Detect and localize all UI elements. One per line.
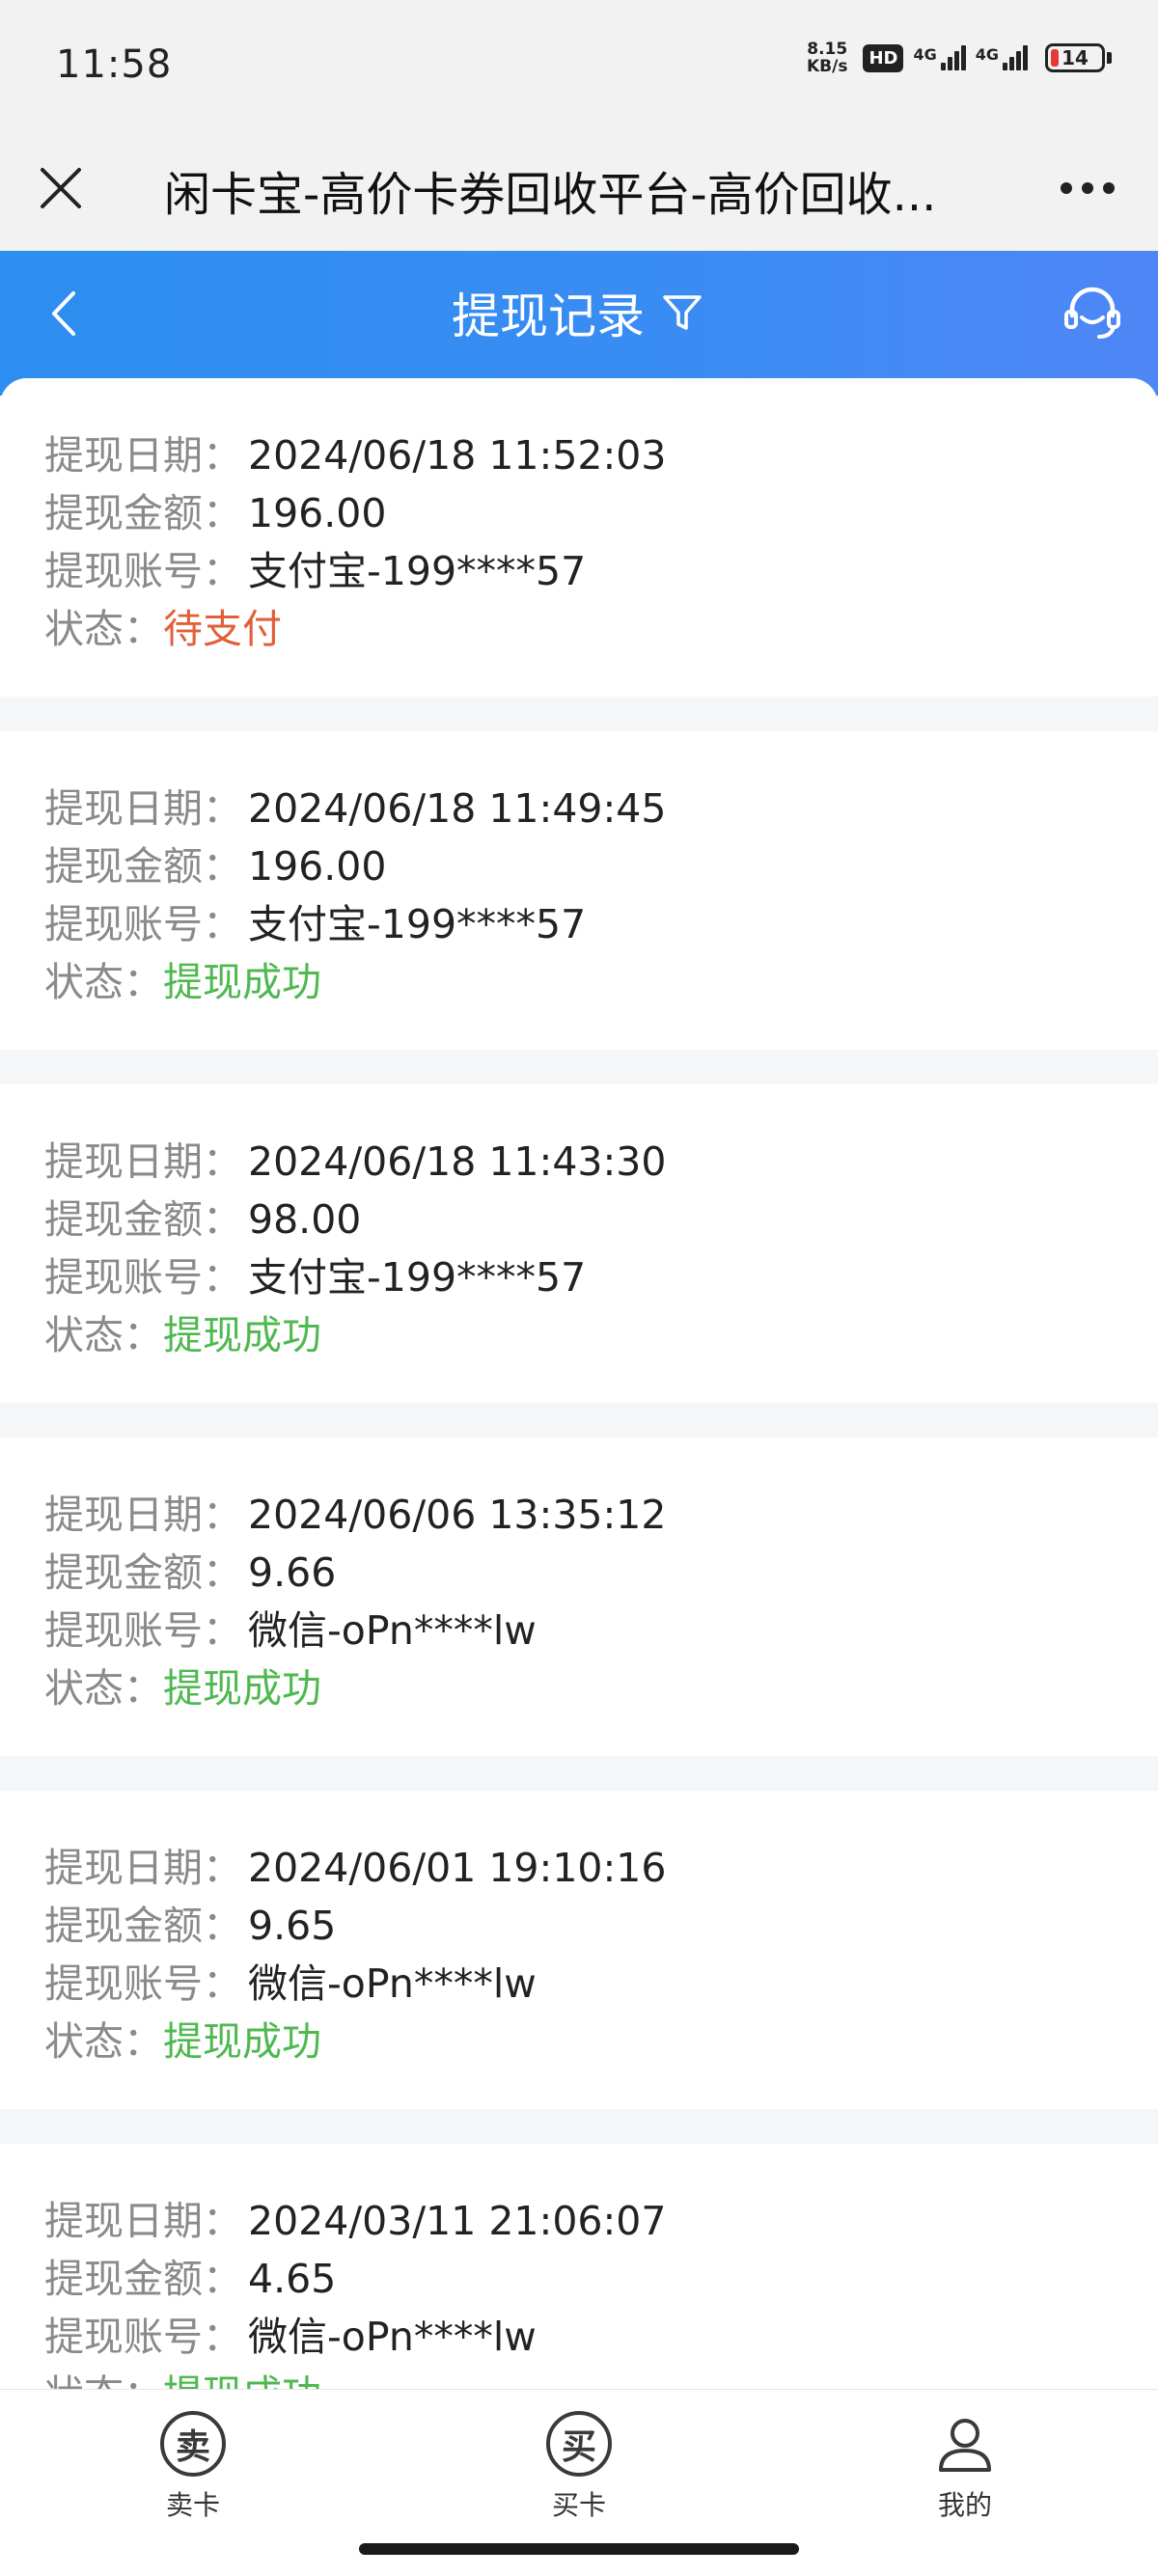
record-account: 微信-oPn****lw (248, 1607, 537, 1654)
withdrawal-records-list[interactable]: 提现日期： 2024/06/18 11:52:03 提现金额： 196.00 提现账… (0, 378, 1158, 2389)
amount-label: 提现金额： (44, 843, 242, 890)
network-speed: 8.15 KB/s (807, 41, 847, 75)
record-amount: 196.00 (248, 843, 387, 890)
date-label: 提现日期： (44, 2198, 242, 2244)
user-icon (932, 2411, 998, 2477)
buy-icon: 买 (546, 2411, 612, 2477)
record-amount: 9.66 (248, 1549, 337, 1596)
signal-icon-2: 4G (976, 45, 1028, 70)
status-label: 状态： (44, 2371, 163, 2389)
record-item: 提现日期： 2024/06/01 19:10:16 提现金额： 9.65 提现账号：… (0, 1791, 1158, 2109)
record-account: 支付宝-199****57 (248, 1254, 587, 1301)
network-type-label-2: 4G (975, 45, 999, 64)
record-date: 2024/06/06 13:35:12 (248, 1492, 667, 1538)
tab-mine[interactable]: 我的 (772, 2390, 1158, 2525)
record-status: 提现成功 (163, 2018, 321, 2065)
filter-button[interactable] (658, 288, 706, 337)
more-icon (1061, 182, 1115, 194)
record-item: 提现日期： 2024/06/18 11:43:30 提现金额： 98.00 提现账号… (0, 1084, 1158, 1403)
record-amount: 98.00 (248, 1196, 362, 1243)
record-status: 提现成功 (163, 1312, 321, 1358)
record-date: 2024/06/01 19:10:16 (248, 1845, 667, 1891)
date-label: 提现日期： (44, 785, 242, 832)
home-gesture-bar[interactable] (359, 2543, 799, 2555)
record-item: 提现日期： 2024/03/11 21:06:07 提现金额： 4.65 提现账号：… (0, 2144, 1158, 2389)
record-date: 2024/03/11 21:06:07 (248, 2198, 667, 2244)
header-center: 提现记录 (0, 278, 1158, 347)
tab-label-buy: 买卡 (551, 2489, 606, 2521)
record-item: 提现日期： 2024/06/18 11:49:45 提现金额： 196.00 提现账… (0, 731, 1158, 1050)
filter-icon (663, 295, 702, 330)
sell-icon: 卖 (160, 2411, 226, 2477)
record-item: 提现日期： 2024/06/06 13:35:12 提现金额： 9.66 提现账号：… (0, 1438, 1158, 1756)
close-icon (41, 168, 81, 208)
tab-sell-card[interactable]: 卖 卖卡 (0, 2390, 386, 2525)
network-type-label: 4G (913, 45, 937, 64)
browser-bar: 闲卡宝-高价卡券回收平台-高价回收... (0, 125, 1158, 251)
record-status: 提现成功 (163, 2371, 321, 2389)
app-header: 提现记录 (0, 251, 1158, 396)
signal-icon: 4G (913, 45, 966, 70)
amount-label: 提现金额： (44, 490, 242, 536)
status-time: 11:58 (56, 42, 173, 87)
customer-service-button[interactable] (1054, 274, 1131, 351)
record-date: 2024/06/18 11:43:30 (248, 1138, 667, 1185)
hd-icon: HD (863, 43, 904, 72)
gesture-area (0, 2524, 1158, 2576)
record-item: 提现日期： 2024/06/18 11:52:03 提现金额： 196.00 提现账… (0, 378, 1158, 697)
date-label: 提现日期： (44, 1845, 242, 1891)
battery-level: 14 (1062, 46, 1089, 69)
date-label: 提现日期： (44, 1138, 242, 1185)
tab-label-mine: 我的 (937, 2489, 992, 2521)
bottom-tab-bar: 卖 卖卡 买 买卡 我的 (0, 2389, 1158, 2525)
tab-label-sell: 卖卡 (165, 2489, 220, 2521)
page-title: 闲卡宝-高价卡券回收平台-高价回收... (164, 168, 937, 222)
account-label: 提现账号： (44, 901, 242, 947)
account-label: 提现账号： (44, 1254, 242, 1301)
more-button[interactable] (1044, 154, 1131, 222)
account-label: 提现账号： (44, 1607, 242, 1654)
speed-value: 8.15 (807, 40, 848, 59)
record-status: 提现成功 (163, 1665, 321, 1712)
amount-label: 提现金额： (44, 1196, 242, 1243)
status-indicators: 8.15 KB/s HD 4G 4G 14 (807, 41, 1112, 75)
amount-label: 提现金额： (44, 2256, 242, 2302)
record-account: 微信-oPn****lw (248, 1960, 537, 2007)
account-label: 提现账号： (44, 548, 242, 594)
record-status: 待支付 (163, 606, 282, 652)
record-amount: 4.65 (248, 2256, 337, 2302)
status-bar: 11:58 8.15 KB/s HD 4G 4G 14 (0, 0, 1158, 125)
record-amount: 196.00 (248, 490, 387, 536)
record-account: 微信-oPn****lw (248, 2314, 537, 2360)
status-label: 状态： (44, 959, 163, 1005)
status-label: 状态： (44, 2018, 163, 2065)
headset-icon (1064, 287, 1120, 339)
record-date: 2024/06/18 11:49:45 (248, 785, 667, 832)
account-label: 提现账号： (44, 1960, 242, 2007)
status-label: 状态： (44, 1312, 163, 1358)
header-title: 提现记录 (452, 288, 645, 344)
status-label: 状态： (44, 1665, 163, 1712)
record-account: 支付宝-199****57 (248, 901, 587, 947)
battery-icon: 14 (1045, 43, 1112, 72)
date-label: 提现日期： (44, 1492, 242, 1538)
amount-label: 提现金额： (44, 1903, 242, 1949)
date-label: 提现日期： (44, 432, 242, 479)
record-account: 支付宝-199****57 (248, 548, 587, 594)
tab-buy-card[interactable]: 买 买卡 (386, 2390, 772, 2525)
status-label: 状态： (44, 606, 163, 652)
record-date: 2024/06/18 11:52:03 (248, 432, 667, 479)
amount-label: 提现金额： (44, 1549, 242, 1596)
close-button[interactable] (27, 154, 95, 222)
speed-unit: KB/s (806, 57, 848, 76)
record-status: 提现成功 (163, 959, 321, 1005)
record-amount: 9.65 (248, 1903, 337, 1949)
account-label: 提现账号： (44, 2314, 242, 2360)
